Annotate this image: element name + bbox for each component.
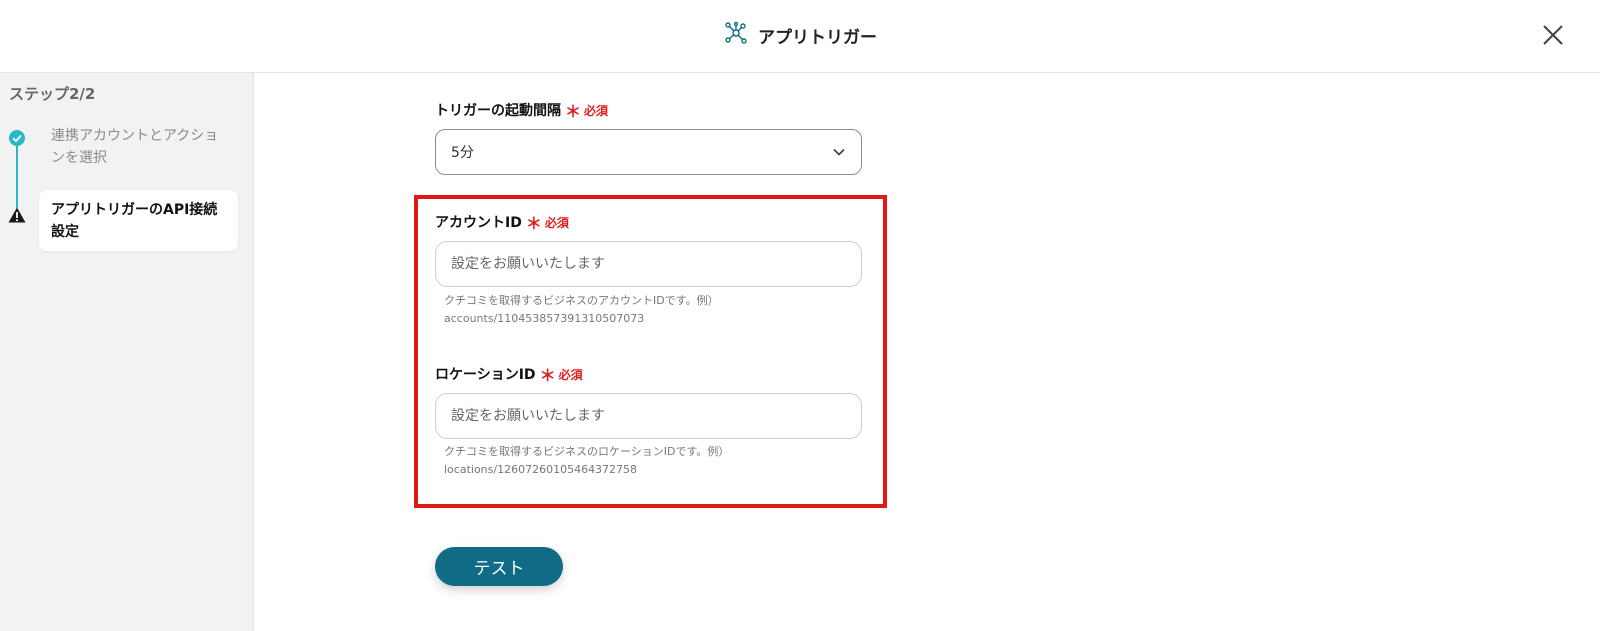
location-id-help-line1: クチコミを取得するビジネスのロケーションIDです。例） bbox=[444, 445, 730, 458]
required-mark: ＊ bbox=[539, 366, 556, 385]
step-connector-line bbox=[16, 141, 18, 208]
location-id-label-text: ロケーションID bbox=[435, 367, 536, 383]
account-id-help-example: accounts/110453857391310507073 bbox=[444, 312, 645, 325]
test-button[interactable]: テスト bbox=[435, 547, 563, 586]
interval-select[interactable]: 5分 bbox=[435, 129, 862, 175]
interval-label-text: トリガーの起動間隔 bbox=[435, 103, 561, 119]
header-title-group: アプリトリガー bbox=[724, 20, 877, 50]
location-id-help-example: locations/12607260105464372758 bbox=[444, 463, 638, 476]
chevron-down-icon bbox=[833, 148, 845, 156]
check-circle-icon bbox=[9, 130, 25, 150]
required-mark: ＊ bbox=[525, 214, 542, 233]
sidebar-step-api-settings[interactable]: アプリトリガーのAPI接続設定 bbox=[39, 190, 238, 251]
page-title: アプリトリガー bbox=[758, 27, 877, 48]
warning-icon bbox=[8, 207, 26, 227]
required-text: 必須 bbox=[558, 367, 583, 382]
location-id-help: クチコミを取得するビジネスのロケーションIDです。例） locations/12… bbox=[444, 443, 864, 479]
required-text: 必須 bbox=[584, 103, 609, 118]
step-heading: ステップ2/2 bbox=[9, 85, 96, 103]
close-icon[interactable] bbox=[1542, 24, 1564, 46]
interval-label: トリガーの起動間隔 ＊ 必須 bbox=[435, 98, 608, 122]
location-id-input[interactable] bbox=[435, 393, 862, 439]
account-id-label-text: アカウントID bbox=[435, 215, 522, 231]
account-id-help-line1: クチコミを取得するビジネスのアカウントIDです。例） bbox=[444, 294, 719, 307]
required-mark: ＊ bbox=[565, 102, 582, 121]
close-button[interactable] bbox=[1538, 20, 1568, 50]
network-nodes-icon bbox=[724, 21, 748, 49]
account-id-help: クチコミを取得するビジネスのアカウントIDです。例） accounts/1104… bbox=[444, 292, 864, 328]
modal-header: アプリトリガー bbox=[0, 0, 1600, 73]
step-sidebar: ステップ2/2 連携アカウントとアクションを選択 アプリトリガーのAPI接続設定 bbox=[0, 73, 254, 631]
location-id-label: ロケーションID ＊ 必須 bbox=[435, 362, 583, 386]
required-text: 必須 bbox=[544, 215, 569, 230]
sidebar-step-label: アプリトリガーのAPI接続設定 bbox=[51, 202, 218, 240]
sidebar-step-select-account[interactable]: 連携アカウントとアクションを選択 bbox=[51, 125, 231, 169]
account-id-input[interactable] bbox=[435, 241, 862, 287]
account-id-label: アカウントID ＊ 必須 bbox=[435, 210, 569, 234]
interval-select-value: 5分 bbox=[451, 145, 474, 161]
